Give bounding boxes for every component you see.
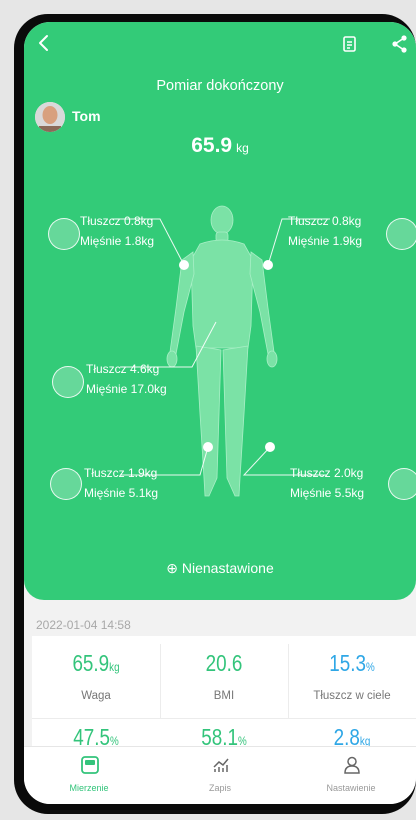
tab-label: Mierzenie	[69, 783, 109, 793]
tab-settings[interactable]: Nastawienie	[286, 747, 416, 804]
metric-label: BMI	[213, 690, 235, 702]
metric-card[interactable]: 2.8kg	[288, 718, 416, 750]
scale-icon	[81, 756, 99, 774]
metrics-grid: 65.9kg Waga 20.6 BMI 15.3% Tłuszcz w cie…	[32, 636, 416, 750]
person-icon	[344, 756, 360, 774]
device-status[interactable]: ⊕ Nienastawione	[24, 560, 416, 577]
metric-value: 20.6	[205, 650, 243, 676]
metric-value: 65.9kg	[72, 650, 120, 676]
crosshair-icon: ⊕	[166, 560, 178, 576]
metric-card[interactable]: 65.9kg Waga	[32, 636, 160, 718]
status-label: Nienastawione	[181, 560, 274, 576]
body-figure	[112, 205, 330, 497]
metric-value: 15.3%	[329, 650, 375, 676]
left-leg-stats: Tłuszcz 1.9kg Mięśnie 5.1kg	[84, 466, 158, 506]
tab-label: Zapis	[208, 783, 231, 793]
tab-history[interactable]: Zapis	[155, 747, 285, 804]
arm-icon-right	[386, 218, 416, 250]
right-leg-marker	[265, 442, 275, 452]
right-leg-fat: Tłuszcz 2.0kg	[290, 466, 364, 480]
left-arm-fat: Tłuszcz 0.8kg	[80, 214, 154, 228]
trunk-muscle: Mięśnie 17.0kg	[86, 382, 167, 396]
right-arm-fat: Tłuszcz 0.8kg	[288, 214, 362, 228]
left-leg-fat: Tłuszcz 1.9kg	[84, 466, 158, 480]
right-leg-stats: Tłuszcz 2.0kg Mięśnie 5.5kg	[290, 466, 364, 506]
metric-card[interactable]: 15.3% Tłuszcz w ciele	[288, 636, 416, 718]
left-leg-muscle: Mięśnie 5.1kg	[84, 486, 159, 500]
tab-measure[interactable]: Mierzenie	[24, 747, 154, 804]
body-composition-panel: Pomiar dokończony Tom 65.9 kg Tłuszcz 0.…	[24, 22, 416, 600]
left-leg-marker	[203, 442, 213, 452]
app-screen: Pomiar dokończony Tom 65.9 kg Tłuszcz 0.…	[24, 22, 416, 804]
metric-card[interactable]: 20.6 BMI	[160, 636, 288, 718]
chart-icon	[213, 758, 229, 772]
right-leg-muscle: Mięśnie 5.5kg	[290, 486, 365, 500]
divider	[288, 644, 289, 718]
metric-card[interactable]: 58.1%	[160, 718, 288, 750]
left-arm-stats: Tłuszcz 0.8kg Mięśnie 1.8kg	[80, 214, 154, 254]
metric-label: Waga	[81, 690, 111, 702]
leg-icon-right	[388, 468, 416, 500]
phone-frame: Pomiar dokończony Tom 65.9 kg Tłuszcz 0.…	[14, 14, 416, 814]
left-arm-marker	[179, 260, 189, 270]
metric-card[interactable]: 47.5%	[32, 718, 160, 750]
bottom-tab-bar: Mierzenie Zapis Nastawienie	[24, 746, 416, 804]
human-body-icon	[166, 205, 278, 497]
trunk-icon	[52, 366, 84, 398]
measurement-timestamp: 2022-01-04 14:58	[36, 618, 131, 632]
divider	[160, 644, 161, 718]
left-arm-muscle: Mięśnie 1.8kg	[80, 234, 155, 248]
trunk-fat: Tłuszcz 4.6kg	[86, 362, 160, 376]
metric-label: Tłuszcz w ciele	[313, 690, 391, 702]
leg-icon	[50, 468, 82, 500]
right-arm-marker	[263, 260, 273, 270]
right-arm-stats: Tłuszcz 0.8kg Mięśnie 1.9kg	[288, 214, 362, 254]
trunk-stats: Tłuszcz 4.6kg Mięśnie 17.0kg	[86, 362, 167, 402]
tab-label: Nastawienie	[326, 783, 376, 793]
right-arm-muscle: Mięśnie 1.9kg	[288, 234, 363, 248]
arm-icon	[48, 218, 80, 250]
